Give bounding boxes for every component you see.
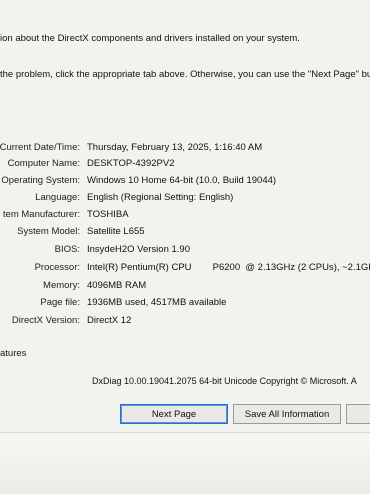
info-row-memory: Memory: 4096MB RAM <box>0 280 370 298</box>
dxdiag-version-copyright: DxDiag 10.00.19041.2075 64-bit Unicode C… <box>92 376 357 386</box>
info-row-directx-version: DirectX Version: DirectX 12 <box>0 315 370 333</box>
info-value: 4096MB RAM <box>87 280 147 291</box>
info-label: Language: <box>35 192 80 203</box>
info-row-manufacturer: tem Manufacturer: TOSHIBA <box>0 209 370 227</box>
info-value: InsydeH2O Version 1.90 <box>87 244 190 255</box>
next-page-button[interactable]: Next Page <box>120 404 228 424</box>
info-value: 1936MB used, 4517MB available <box>87 297 227 308</box>
info-label: Computer Name: <box>7 158 80 169</box>
info-label: tem Manufacturer: <box>2 209 80 220</box>
info-value: DESKTOP-4392PV2 <box>87 158 175 169</box>
window-bottom-area <box>0 432 370 494</box>
info-value: English (Regional Setting: English) <box>87 192 234 203</box>
info-label: BIOS: <box>54 244 80 255</box>
dxdiag-system-tab: ion about the DirectX components and dri… <box>0 0 370 430</box>
exit-button[interactable] <box>346 404 370 424</box>
info-label: DirectX Version: <box>11 315 80 326</box>
info-row-language: Language: English (Regional Setting: Eng… <box>0 192 370 210</box>
info-value: Thursday, February 13, 2025, 1:16:40 AM <box>87 142 263 153</box>
intro-text-line-2: the problem, click the appropriate tab a… <box>0 69 370 80</box>
info-row-processor: Processor: Intel(R) Pentium(R) CPU P6200… <box>0 262 370 280</box>
info-value: DirectX 12 <box>87 315 132 326</box>
info-row-page-file: Page file: 1936MB used, 4517MB available <box>0 297 370 315</box>
info-row-system-model: System Model: Satellite L655 <box>0 226 370 244</box>
info-row-bios: BIOS: InsydeH2O Version 1.90 <box>0 244 370 262</box>
info-label: System Model: <box>17 226 80 237</box>
info-label: Processor: <box>34 262 80 273</box>
info-label: Operating System: <box>1 175 80 186</box>
info-label: Memory: <box>43 280 80 291</box>
save-all-information-button[interactable]: Save All Information <box>233 404 341 424</box>
info-label: Current Date/Time: <box>0 142 80 153</box>
features-section-label: atures <box>0 348 27 359</box>
info-value: TOSHIBA <box>87 209 129 220</box>
info-value: Intel(R) Pentium(R) CPU P6200 @ 2.13GHz … <box>87 262 370 273</box>
info-value: Windows 10 Home 64-bit (10.0, Build 1904… <box>87 175 277 186</box>
intro-text-line-1: ion about the DirectX components and dri… <box>0 33 300 44</box>
info-value: Satellite L655 <box>87 226 145 237</box>
info-row-operating-system: Operating System: Windows 10 Home 64-bit… <box>0 175 370 193</box>
info-label: Page file: <box>40 297 80 308</box>
info-row-computer-name: Computer Name: DESKTOP-4392PV2 <box>0 158 370 176</box>
